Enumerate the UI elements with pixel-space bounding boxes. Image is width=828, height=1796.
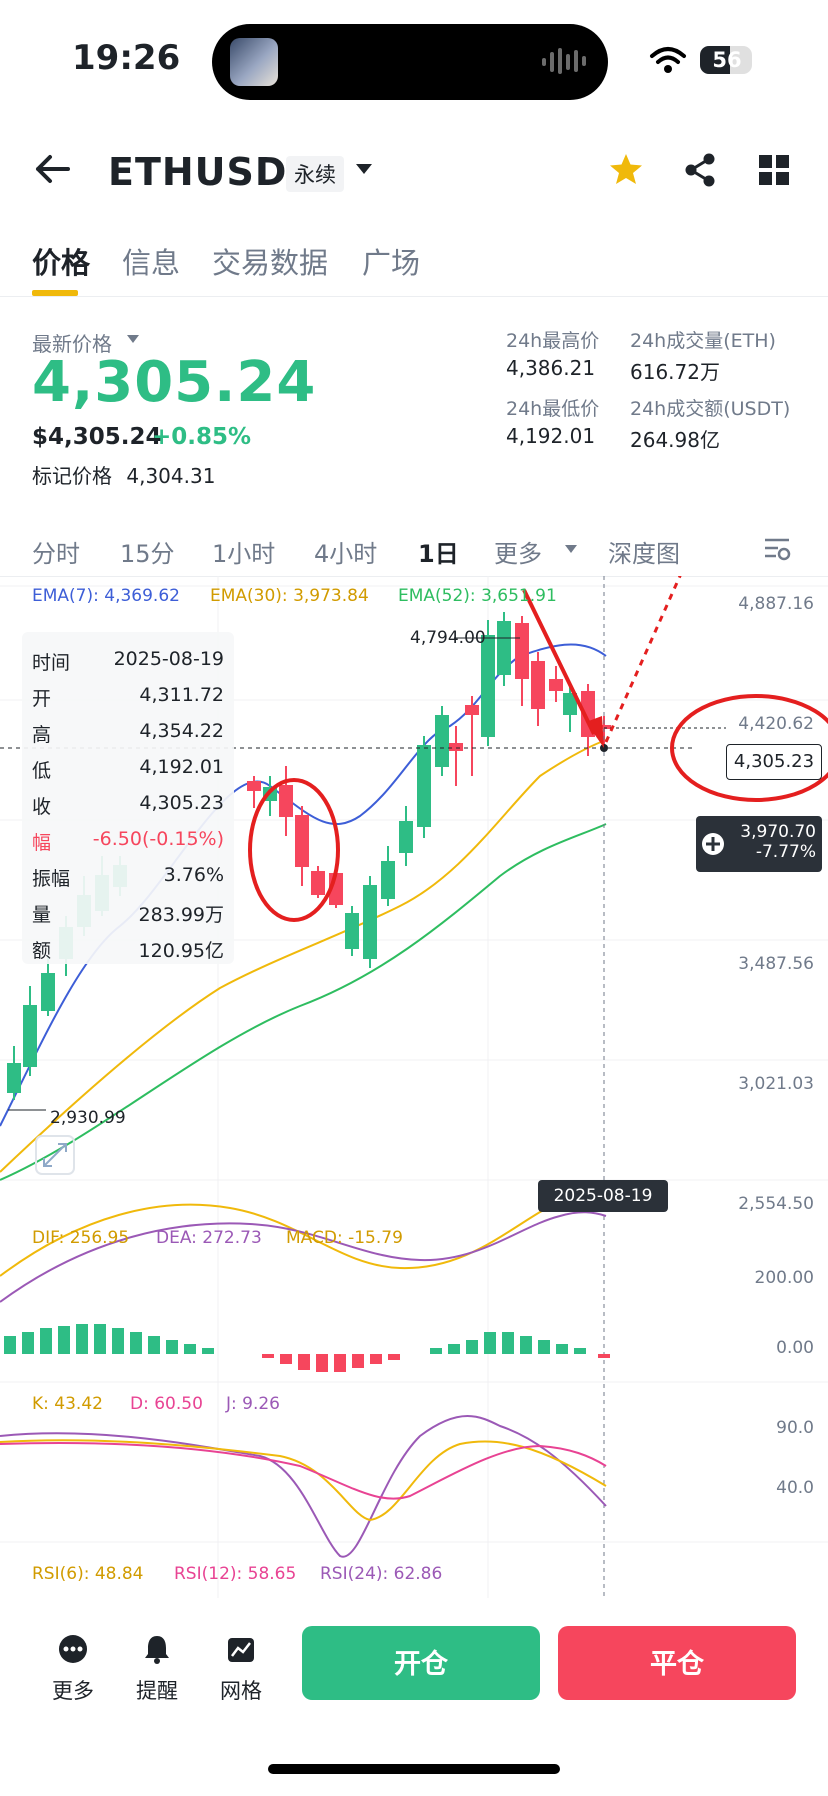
grid-menu-icon[interactable] [758,154,790,186]
volume-24h-label: 24h成交量(ETH) [630,330,776,352]
grid-button[interactable]: 网格 [206,1634,276,1705]
crosshair-date-tag: 2025-08-19 [538,1180,668,1212]
red-circle-annotation [248,778,340,922]
chart-settings-icon[interactable] [762,534,792,564]
interval-1d[interactable]: 1日 [418,534,459,569]
back-arrow-icon[interactable] [32,152,72,186]
price-axis-tick: 3,021.03 [738,1074,814,1094]
usd-price: $4,305.24 [32,424,162,450]
kdj-d-legend: D: 60.50 [130,1394,203,1414]
macd-dif-legend: DIF: 256.95 [32,1228,130,1248]
tab-price[interactable]: 价格 [32,240,90,282]
kdj-axis-tick: 90.0 [776,1418,814,1438]
interval-more[interactable]: 更多 [494,534,542,569]
rsi12-legend: RSI(12): 58.65 [174,1564,297,1584]
alert-label: 提醒 [136,1679,178,1703]
kdj-k-legend: K: 43.42 [32,1394,103,1414]
rsi6-legend: RSI(6): 48.84 [32,1564,144,1584]
last-price-tag: 4,305.23 [726,744,822,780]
symbol-title[interactable]: ETHUSDT [108,150,314,194]
mark-price-label: 标记价格 [32,464,112,488]
expand-icon [35,1135,75,1175]
more-button[interactable]: 更多 [38,1634,108,1705]
ema30-legend: EMA(30): 3,973.84 [210,586,369,606]
low-24h-label: 24h最低价 [506,398,600,420]
audio-wave-icon [542,48,586,74]
now-playing-avatar [230,38,278,86]
interval-1h[interactable]: 1小时 [212,534,275,569]
interval-time[interactable]: 分时 [32,534,80,569]
high-24h-value: 4,386.21 [506,356,596,380]
grid-label: 网格 [220,1679,262,1703]
price-axis-tick: 3,487.56 [738,954,814,974]
low-marker-label: 2,930.99 [50,1108,126,1128]
ema7-legend: EMA(7): 4,369.62 [32,586,180,606]
contract-type-badge: 永续 [286,156,344,192]
mark-price-row: 标记价格 4,304.31 [32,460,215,489]
macd-axis-tick: 0.00 [776,1338,814,1358]
price-axis-tick: 2,554.50 [738,1194,814,1214]
macd-dea-legend: DEA: 272.73 [156,1228,262,1248]
grid-trading-icon [228,1638,254,1662]
more-dots-icon [59,1635,87,1663]
amount-24h-value: 264.98亿 [630,428,720,452]
crosshair-pct: -7.77% [755,842,816,862]
high-24h-label: 24h最高价 [506,330,600,352]
close-position-button[interactable]: 平仓 [558,1626,796,1700]
volume-24h-value: 616.72万 [630,360,720,384]
macd-histogram [4,1324,610,1372]
amount-24h-label: 24h成交额(USDT) [630,398,791,420]
macd-value-legend: MACD: -15.79 [286,1228,403,1248]
battery-level: 56 [712,48,742,72]
symbol-dropdown-icon[interactable] [354,162,374,176]
chevron-down-icon[interactable] [564,544,578,554]
interval-15m[interactable]: 15分 [120,534,175,569]
high-marker-label: 4,794.00 [410,628,486,648]
price-axis-tick: 4,420.62 [738,714,814,734]
share-icon[interactable] [682,152,718,188]
home-indicator [268,1764,560,1774]
wifi-icon [650,47,686,73]
open-position-button[interactable]: 开仓 [302,1626,540,1700]
kdj-axis-tick: 40.0 [776,1478,814,1498]
kdj-j-legend: J: 9.26 [226,1394,280,1414]
divider [0,296,828,297]
price-change: +0.85% [152,424,252,450]
alert-button[interactable]: 提醒 [122,1634,192,1705]
star-icon[interactable] [608,152,644,186]
add-order-button[interactable] [696,816,730,872]
red-dashed-arrow-annotation [604,576,682,743]
last-price: 4,305.24 [32,350,317,415]
crosshair-price: 3,970.70 [740,822,816,842]
status-time: 19:26 [72,38,181,78]
mark-price-value: 4,304.31 [126,464,216,488]
more-label: 更多 [52,1679,94,1703]
low-24h-value: 4,192.01 [506,424,596,448]
macd-axis-tick: 200.00 [754,1268,814,1288]
price-axis-tick: 4,887.16 [738,594,814,614]
interval-depth[interactable]: 深度图 [608,534,680,569]
tab-square[interactable]: 广场 [362,240,420,282]
plus-circle-icon [702,833,724,855]
ema52-legend: EMA(52): 3,651.91 [398,586,557,606]
bell-icon [145,1636,169,1664]
tab-trading-data[interactable]: 交易数据 [212,240,328,282]
chevron-down-icon[interactable] [126,334,140,344]
rsi24-legend: RSI(24): 62.86 [320,1564,443,1584]
interval-4h[interactable]: 4小时 [314,534,377,569]
crosshair-price-tag: 3,970.70 -7.77% [730,816,822,872]
tab-info[interactable]: 信息 [122,240,180,282]
